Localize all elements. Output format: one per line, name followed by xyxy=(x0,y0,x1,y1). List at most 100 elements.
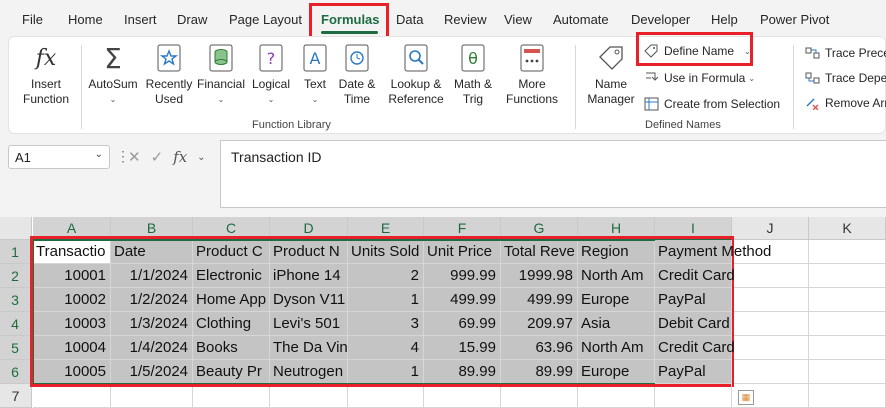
header-cell[interactable]: Total Reve xyxy=(501,240,578,264)
table-cell[interactable]: Europe xyxy=(578,288,655,312)
table-cell[interactable]: Debit Card xyxy=(655,312,732,336)
table-cell[interactable]: 1/2/2024 xyxy=(111,288,193,312)
column-header-c[interactable]: C xyxy=(193,217,270,240)
tab-file[interactable]: File xyxy=(22,12,43,27)
table-cell[interactable]: Asia xyxy=(578,312,655,336)
table-cell[interactable]: North Am xyxy=(578,264,655,288)
table-cell[interactable]: North Am xyxy=(578,336,655,360)
enter-check-icon[interactable]: ✓ xyxy=(151,148,164,166)
tab-page-layout[interactable]: Page Layout xyxy=(229,12,302,27)
table-cell[interactable]: 1/1/2024 xyxy=(111,264,193,288)
column-header-a[interactable]: A xyxy=(33,217,111,240)
table-cell[interactable]: 1 xyxy=(348,288,424,312)
tab-power-pivot[interactable]: Power Pivot xyxy=(760,12,829,27)
autosum-button[interactable]: Σ AutoSum ⌄ xyxy=(85,43,141,107)
recently-used-button[interactable]: Recently Used xyxy=(143,43,195,107)
column-header-e[interactable]: E xyxy=(348,217,424,240)
lookup-reference-button[interactable]: Lookup & Reference xyxy=(383,43,449,107)
tab-home[interactable]: Home xyxy=(68,12,103,27)
remove-arrows-button[interactable]: Remove Arr xyxy=(804,95,886,111)
row-header-2[interactable]: 2 xyxy=(0,264,32,288)
table-cell[interactable]: Clothing xyxy=(193,312,270,336)
use-in-formula-button[interactable]: Use in Formula ⌄ xyxy=(643,70,755,86)
table-cell[interactable] xyxy=(732,360,809,384)
table-cell[interactable] xyxy=(809,384,886,408)
formula-input[interactable]: Transaction ID xyxy=(220,140,886,208)
name-box[interactable]: A1 ⌄ xyxy=(8,145,110,169)
table-cell[interactable] xyxy=(501,384,578,408)
header-cell[interactable]: Unit Price xyxy=(424,240,501,264)
tab-developer[interactable]: Developer xyxy=(631,12,690,27)
chevron-down-icon[interactable]: ⌄ xyxy=(197,152,205,163)
tab-help[interactable]: Help xyxy=(711,12,738,27)
table-cell[interactable]: 1/4/2024 xyxy=(111,336,193,360)
column-header-f[interactable]: F xyxy=(424,217,501,240)
table-cell[interactable]: Neutrogen xyxy=(270,360,348,384)
table-cell[interactable]: PayPal xyxy=(655,288,732,312)
table-cell[interactable]: 1 xyxy=(348,360,424,384)
trace-dependents-button[interactable]: Trace Depen xyxy=(804,70,886,86)
cancel-icon[interactable]: ✕ xyxy=(128,148,141,166)
table-cell[interactable]: 63.96 xyxy=(501,336,578,360)
insert-function-button[interactable]: fx Insert Function xyxy=(17,43,75,107)
column-header-j[interactable]: J xyxy=(732,217,809,240)
header-cell[interactable]: Date xyxy=(111,240,193,264)
table-cell[interactable] xyxy=(578,384,655,408)
row-header-1[interactable]: 1 xyxy=(0,240,32,264)
table-cell[interactable] xyxy=(809,264,886,288)
name-manager-button[interactable]: Name Manager xyxy=(583,43,639,107)
table-cell[interactable] xyxy=(193,384,270,408)
table-cell[interactable] xyxy=(809,336,886,360)
table-cell[interactable]: 1/3/2024 xyxy=(111,312,193,336)
table-cell[interactable]: 2 xyxy=(348,264,424,288)
logical-button[interactable]: ? Logical ⌄ xyxy=(247,43,295,107)
tab-review[interactable]: Review xyxy=(444,12,487,27)
financial-button[interactable]: Financial ⌄ xyxy=(195,43,247,107)
column-header-g[interactable]: G xyxy=(501,217,578,240)
tab-view[interactable]: View xyxy=(504,12,532,27)
table-cell[interactable]: 10001 xyxy=(33,264,111,288)
row-header-7[interactable]: 7 xyxy=(0,384,32,408)
header-cell[interactable]: Payment Method xyxy=(655,240,771,264)
table-cell[interactable]: 89.99 xyxy=(501,360,578,384)
table-cell[interactable] xyxy=(809,360,886,384)
more-functions-button[interactable]: More Functions xyxy=(499,43,565,107)
tab-formulas[interactable]: Formulas xyxy=(321,12,380,27)
select-all-corner[interactable] xyxy=(0,217,32,240)
table-cell[interactable] xyxy=(732,312,809,336)
row-header-4[interactable]: 4 xyxy=(0,312,32,336)
table-cell[interactable]: 10003 xyxy=(33,312,111,336)
table-cell[interactable] xyxy=(33,384,111,408)
column-header-i[interactable]: I xyxy=(655,217,732,240)
table-cell[interactable] xyxy=(111,384,193,408)
table-cell[interactable]: 10002 xyxy=(33,288,111,312)
table-cell[interactable]: 10004 xyxy=(33,336,111,360)
create-from-selection-button[interactable]: Create from Selection xyxy=(643,96,780,112)
table-cell[interactable] xyxy=(809,312,886,336)
table-cell[interactable]: 15.99 xyxy=(424,336,501,360)
table-cell[interactable]: Credit Card xyxy=(655,264,735,288)
table-cell[interactable] xyxy=(732,336,809,360)
header-cell[interactable]: Region xyxy=(578,240,655,264)
table-cell[interactable]: Dyson V11 xyxy=(270,288,348,312)
tab-insert[interactable]: Insert xyxy=(124,12,157,27)
row-header-6[interactable]: 6 xyxy=(0,360,32,384)
tab-draw[interactable]: Draw xyxy=(177,12,207,27)
math-trig-button[interactable]: θ Math & Trig xyxy=(451,43,495,107)
table-cell[interactable]: Electronic xyxy=(193,264,270,288)
header-cell[interactable]: Transactio xyxy=(33,240,111,264)
header-cell[interactable]: Units Sold xyxy=(348,240,424,264)
row-header-5[interactable]: 5 xyxy=(0,336,32,360)
table-cell[interactable]: 69.99 xyxy=(424,312,501,336)
table-cell[interactable]: Levi's 501 xyxy=(270,312,348,336)
quick-analysis-icon[interactable]: ▦ xyxy=(738,390,754,405)
table-cell[interactable]: Beauty Pr xyxy=(193,360,270,384)
table-cell[interactable]: 499.99 xyxy=(501,288,578,312)
table-cell[interactable]: 999.99 xyxy=(424,264,501,288)
table-cell[interactable]: Europe xyxy=(578,360,655,384)
table-cell[interactable] xyxy=(809,288,886,312)
table-cell[interactable]: 1/5/2024 xyxy=(111,360,193,384)
table-cell[interactable]: Books xyxy=(193,336,270,360)
table-cell[interactable]: iPhone 14 xyxy=(270,264,348,288)
header-cell[interactable]: Product C xyxy=(193,240,270,264)
